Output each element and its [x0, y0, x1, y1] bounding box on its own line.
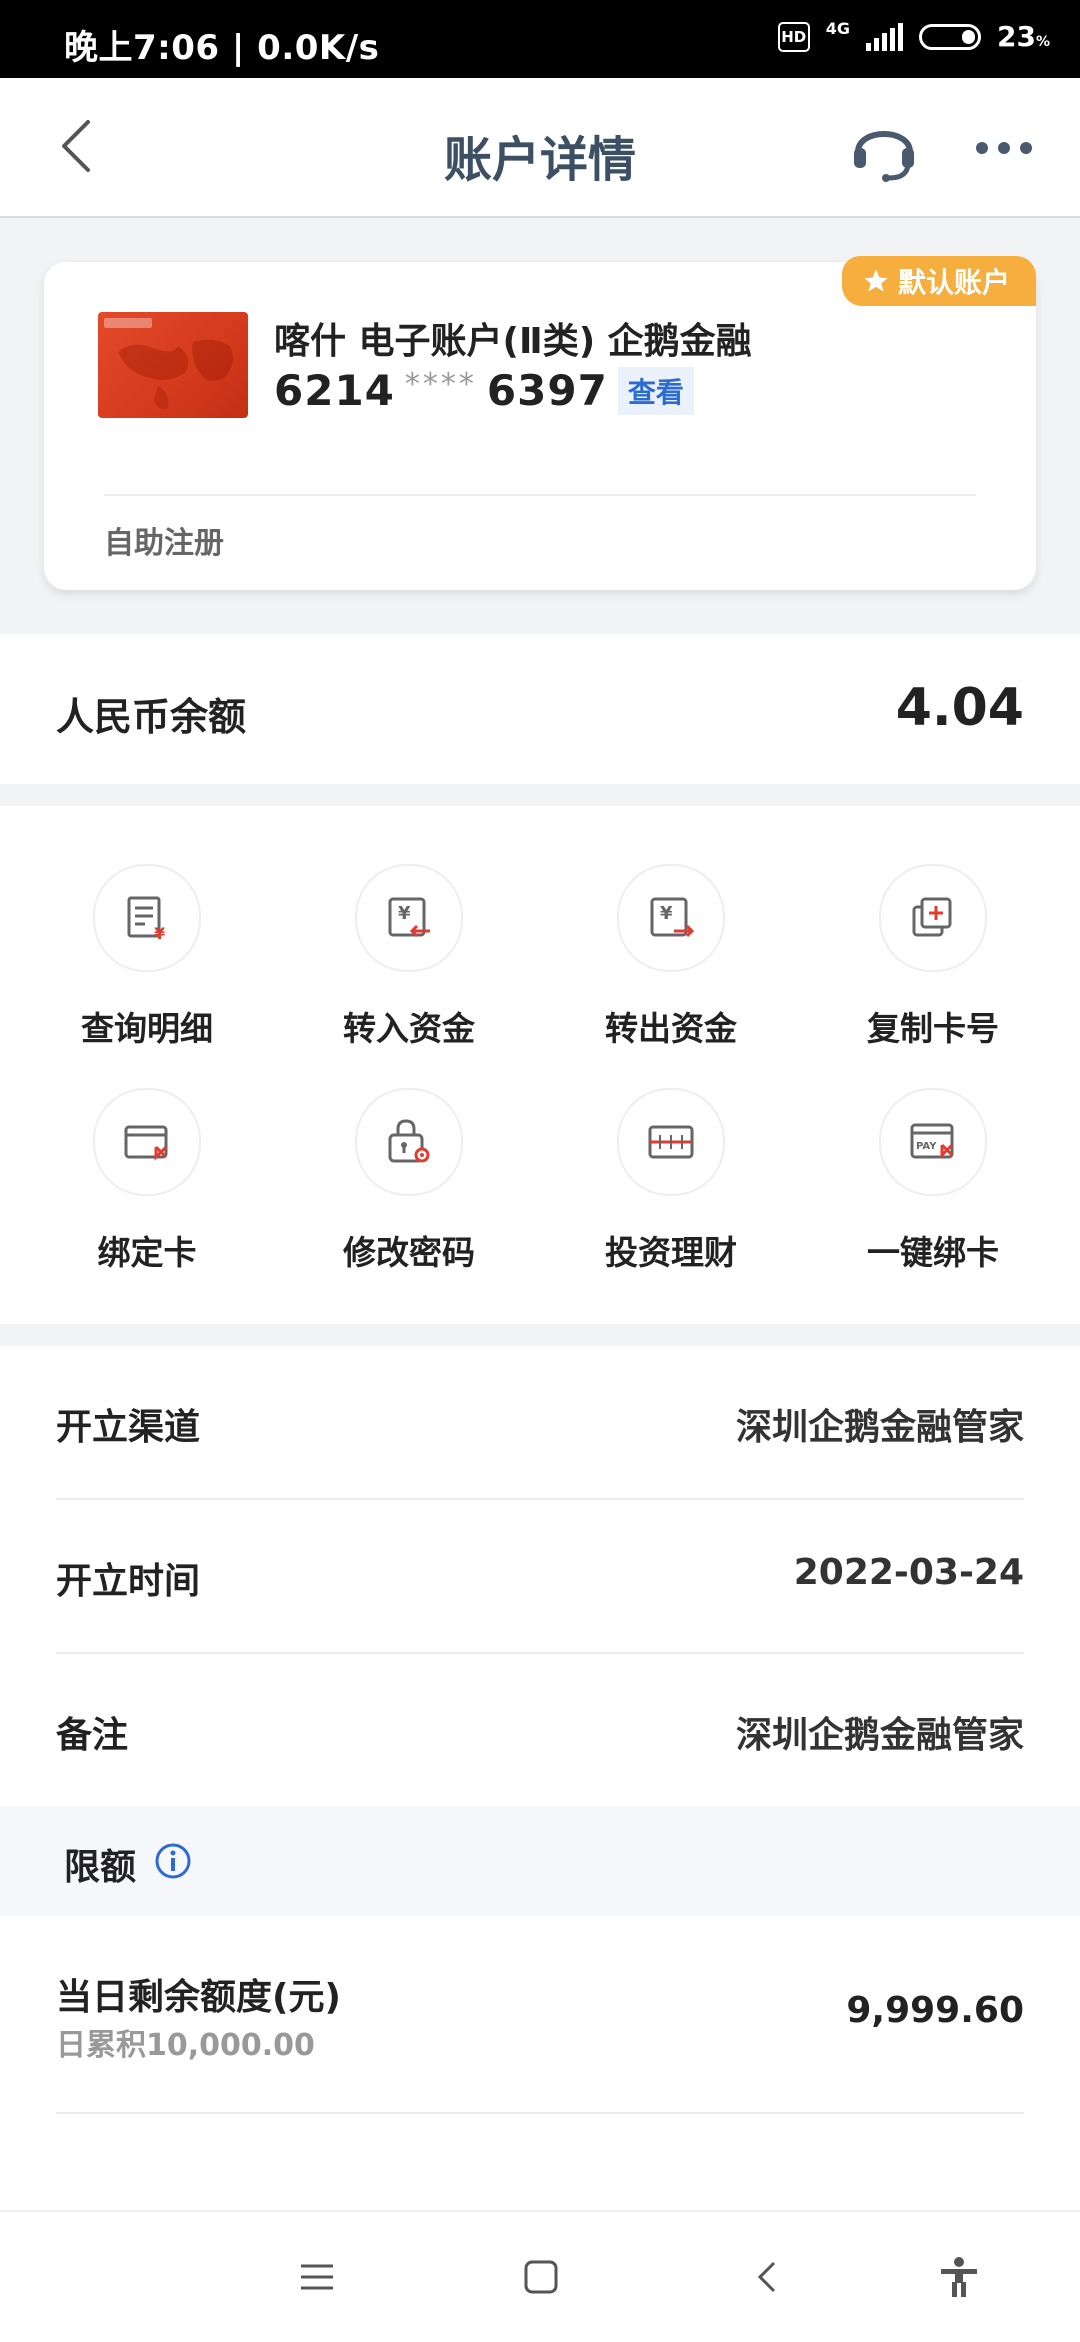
invest-icon [648, 1125, 694, 1159]
balance-row: 人民币余额 4.04 [0, 634, 1080, 784]
grid-item-transfer-out[interactable]: ¥ 转出资金 [540, 864, 802, 1050]
battery-level: 23% [997, 20, 1050, 53]
password-lock-icon [388, 1119, 430, 1163]
app-header: 账户详情 [0, 78, 1080, 218]
world-map-pattern [104, 318, 233, 409]
more-options-button[interactable] [972, 128, 1036, 168]
default-account-tag: 默认账户 [841, 256, 1036, 306]
info-row-open-date: 开立时间 2022-03-24 [56, 1500, 1024, 1654]
grid-item-transfer-in[interactable]: ¥ 转入资金 [278, 864, 540, 1050]
function-grid: ¥ 查询明细 ¥ 转入资金 ¥ 转出资金 复制卡号 绑定卡 修改密码 投资理财 … [0, 806, 1080, 1324]
svg-text:¥: ¥ [398, 903, 411, 924]
accessibility-icon [941, 2257, 977, 2297]
account-name: 喀什 电子账户(Ⅱ类) 企鹅金融 [274, 321, 752, 362]
daily-limit-row: 当日剩余额度(元) 日累积10,000.00 9,999.60 [56, 1916, 1024, 2114]
account-number-prefix: 6214 [274, 366, 395, 415]
bill-detail-icon: ¥ [127, 896, 165, 943]
register-type: 自助注册 [104, 526, 224, 561]
svg-text:¥: ¥ [660, 903, 673, 924]
battery-icon [919, 23, 981, 50]
nav-menu-button[interactable] [292, 2252, 342, 2302]
copy-card-icon [912, 897, 952, 937]
status-right: HD 4G 23% [777, 18, 1050, 53]
home-square-icon [524, 2260, 558, 2294]
nav-home-button[interactable] [516, 2252, 566, 2302]
nav-accessibility-button[interactable] [934, 2252, 984, 2302]
headset-icon [854, 131, 914, 182]
grid-item-change-password[interactable]: 修改密码 [278, 1088, 540, 1274]
nav-back-button[interactable] [742, 2252, 792, 2302]
svg-text:¥: ¥ [154, 924, 165, 943]
customer-service-button[interactable] [848, 114, 920, 182]
daily-limit-label: 当日剩余额度(元) [56, 1977, 341, 2018]
status-bar: 晚上7:06 | 0.0K/s HD 4G 23% [0, 0, 1080, 78]
nav-back-icon [757, 2261, 776, 2293]
more-dots-icon [976, 142, 1032, 154]
signal-icon [866, 22, 903, 51]
grid-item-copy-card[interactable]: 复制卡号 [802, 864, 1064, 1050]
pay-card-icon: PAY [910, 1123, 954, 1159]
card-divider [104, 494, 976, 496]
view-number-button[interactable]: 查看 [617, 366, 694, 415]
balance-label: 人民币余额 [56, 695, 247, 739]
info-row-channel: 开立渠道 深圳企鹅金融管家 [56, 1346, 1024, 1500]
grid-item-investment[interactable]: 投资理财 [540, 1088, 802, 1274]
grid-item-quick-bind[interactable]: PAY 一键绑卡 [802, 1088, 1064, 1274]
limit-section: 当日剩余额度(元) 日累积10,000.00 9,999.60 [0, 1916, 1080, 2210]
transfer-out-icon: ¥ [650, 897, 695, 938]
status-time-speed: 晚上7:06 | 0.0K/s [64, 28, 380, 68]
svg-text:PAY: PAY [916, 1141, 937, 1152]
system-nav-bar [0, 2210, 1080, 2342]
grid-item-query-detail[interactable]: ¥ 查询明细 [16, 864, 278, 1050]
account-number: 6214 **** 6397 查看 [274, 366, 694, 415]
bind-card-icon [124, 1125, 168, 1161]
account-number-mask: **** [404, 367, 477, 402]
info-row-remark: 备注 深圳企鹅金融管家 [56, 1715, 1024, 1756]
limit-section-header: 限额 [0, 1806, 1080, 1916]
hd-icon: HD [777, 21, 810, 52]
network-type: 4G [825, 18, 850, 38]
account-card[interactable]: 默认账户 喀什 电子账户(Ⅱ类) 企鹅金融 6214 **** 6397 查看 … [44, 256, 1036, 590]
balance-value: 4.04 [895, 678, 1024, 738]
menu-icon [301, 2264, 333, 2290]
account-number-suffix: 6397 [486, 366, 608, 415]
account-info-list: 开立渠道 深圳企鹅金融管家 开立时间 2022-03-24 备注 深圳企鹅金融管… [0, 1346, 1080, 1806]
star-icon [864, 269, 888, 292]
limit-title: 限额 [64, 1847, 137, 1888]
transfer-in-icon: ¥ [388, 897, 430, 938]
info-icon[interactable] [154, 1842, 192, 1880]
grid-item-bind-card[interactable]: 绑定卡 [16, 1088, 278, 1274]
daily-limit-value: 9,999.60 [846, 1990, 1024, 2031]
bank-card-image [98, 312, 248, 418]
daily-limit-total: 日累积10,000.00 [56, 2028, 315, 2063]
